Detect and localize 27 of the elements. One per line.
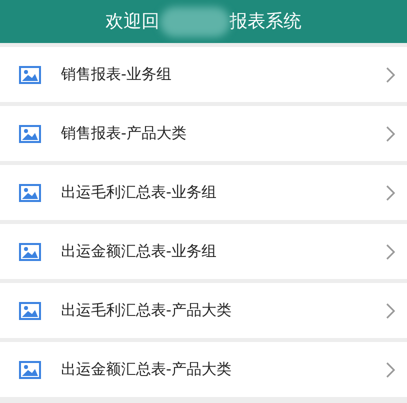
report-list-item[interactable]: 销售报表-产品大类 [0,106,407,161]
blur-patch [160,6,230,36]
item-label: 出运毛利汇总表-产品大类 [61,300,232,322]
image-icon [19,302,41,320]
chevron-right-icon [386,362,395,378]
item-label: 出运金额汇总表-产品大类 [61,359,232,380]
item-label: 出运毛利汇总表-业务组 [61,182,218,204]
report-list-item[interactable]: 出运毛利汇总表-产品大类 [0,283,407,338]
image-icon [19,360,41,378]
image-icon [19,66,41,84]
title-text: 欢迎回 [106,10,160,34]
title-text: 报表系统 [230,10,302,34]
chevron-right-icon [386,244,395,260]
image-icon [19,124,41,142]
chevron-right-icon [386,184,395,200]
item-label: 出运金额汇总表-业务组 [61,241,218,262]
report-list-item[interactable]: 出运毛利汇总表-业务组 [0,165,407,220]
chevron-right-icon [386,66,395,82]
image-icon [19,184,41,202]
report-list-item[interactable]: 销售报表-业务组 [0,47,407,102]
chevron-right-icon [386,126,395,142]
report-list-item[interactable]: 出运金额汇总表-业务组 [0,224,407,279]
item-label: 销售报表-产品大类 [61,123,188,144]
item-label: 销售报表-业务组 [61,64,172,86]
report-list-item[interactable]: 出运金额汇总表-产品大类 [0,342,407,397]
chevron-right-icon [386,302,395,318]
image-icon [19,242,41,260]
